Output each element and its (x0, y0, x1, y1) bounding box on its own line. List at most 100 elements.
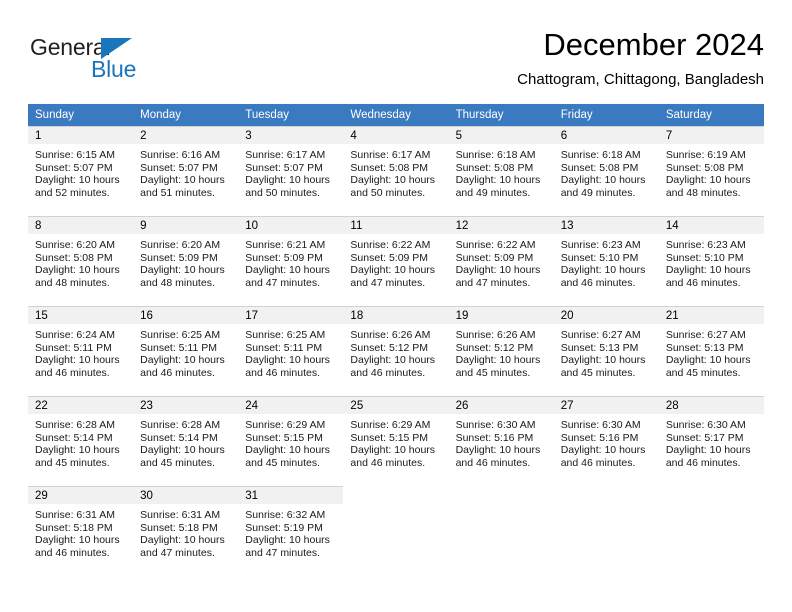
daylight-duration-line1: Daylight: 10 hours (35, 354, 120, 367)
daylight-duration-line2: and 45 minutes. (455, 366, 531, 379)
calendar-day-cell: 9 Sunrise: 6:20 AM Sunset: 5:09 PM Daylight… (133, 216, 239, 306)
weekday-header-monday: Monday (133, 104, 239, 126)
sunrise-time: Sunrise: 6:32 AM (245, 509, 326, 521)
page-title: December 2024 (543, 27, 764, 62)
day-cell-20[interactable]: 20 Sunrise: 6:27 AM Sunset: 5:13 PM Dayligh… (553, 306, 659, 396)
day-cell-18[interactable]: 18 Sunrise: 6:26 AM Sunset: 5:12 PM Dayligh… (343, 306, 449, 396)
calendar-week-row: 22 Sunrise: 6:28 AM Sunset: 5:14 PM Dayligh… (28, 396, 764, 486)
day-cell-8[interactable]: 8 Sunrise: 6:20 AM Sunset: 5:08 PM Daylight… (28, 216, 134, 306)
day-cell-10[interactable]: 10 Sunrise: 6:21 AM Sunset: 5:09 PM Dayligh… (238, 216, 344, 306)
day-sun-info: Sunrise: 6:18 AM Sunset: 5:08 PM Daylight:… (554, 144, 659, 199)
calendar-day-cell: 28 Sunrise: 6:30 AM Sunset: 5:17 PM Dayligh… (658, 396, 764, 486)
daylight-duration-line1: Daylight: 10 hours (245, 444, 330, 457)
daylight-duration-line2: and 45 minutes. (665, 366, 741, 379)
day-sun-info: Sunrise: 6:29 AM Sunset: 5:15 PM Daylight:… (238, 414, 343, 469)
daylight-duration-line1: Daylight: 10 hours (140, 174, 225, 187)
sunset-time: Sunset: 5:14 PM (140, 431, 218, 444)
day-sun-info: Sunrise: 6:32 AM Sunset: 5:19 PM Daylight:… (238, 504, 343, 559)
day-cell-13[interactable]: 13 Sunrise: 6:23 AM Sunset: 5:10 PM Dayligh… (553, 216, 659, 306)
day-cell-3[interactable]: 3 Sunrise: 6:17 AM Sunset: 5:07 PM Daylight… (238, 126, 344, 216)
daylight-duration-line2: and 46 minutes. (455, 456, 531, 469)
sunset-time: Sunset: 5:07 PM (140, 161, 218, 174)
day-cell-30[interactable]: 30 Sunrise: 6:31 AM Sunset: 5:18 PM Dayligh… (133, 486, 239, 576)
sunrise-time: Sunrise: 6:21 AM (245, 239, 326, 251)
day-sun-info: Sunrise: 6:15 AM Sunset: 5:07 PM Daylight:… (28, 144, 133, 199)
day-cell-23[interactable]: 23 Sunrise: 6:28 AM Sunset: 5:14 PM Dayligh… (133, 396, 239, 486)
logo-text-blue: Blue (91, 56, 137, 82)
day-cell-31[interactable]: 31 Sunrise: 6:32 AM Sunset: 5:19 PM Dayligh… (238, 486, 344, 576)
daylight-duration-line2: and 48 minutes. (35, 276, 110, 289)
day-cell-25[interactable]: 25 Sunrise: 6:29 AM Sunset: 5:15 PM Dayligh… (343, 396, 449, 486)
weekday-header-tuesday: Tuesday (238, 104, 344, 126)
day-cell-16[interactable]: 16 Sunrise: 6:25 AM Sunset: 5:11 PM Dayligh… (133, 306, 239, 396)
sunset-time: Sunset: 5:15 PM (350, 431, 429, 444)
daylight-duration-line2: and 49 minutes. (455, 186, 531, 199)
day-number: 23 (133, 397, 239, 414)
day-cell-7[interactable]: 7 Sunrise: 6:19 AM Sunset: 5:08 PM Daylight… (658, 126, 764, 216)
daylight-duration-line2: and 49 minutes. (560, 186, 636, 199)
general-blue-logo[interactable]: General Blue (30, 34, 170, 92)
sunset-time: Sunset: 5:10 PM (665, 251, 744, 264)
daylight-duration-line1: Daylight: 10 hours (560, 264, 646, 277)
day-cell-19[interactable]: 19 Sunrise: 6:26 AM Sunset: 5:12 PM Dayligh… (448, 306, 554, 396)
day-cell-24[interactable]: 24 Sunrise: 6:29 AM Sunset: 5:15 PM Dayligh… (238, 396, 344, 486)
day-cell-2[interactable]: 2 Sunrise: 6:16 AM Sunset: 5:07 PM Daylight… (133, 126, 239, 216)
day-cell-21[interactable]: 21 Sunrise: 6:27 AM Sunset: 5:13 PM Dayligh… (658, 306, 764, 396)
day-cell-28[interactable]: 28 Sunrise: 6:30 AM Sunset: 5:17 PM Dayligh… (658, 396, 764, 486)
sunrise-time: Sunrise: 6:25 AM (245, 329, 326, 341)
day-number: 3 (238, 127, 344, 144)
sunrise-time: Sunrise: 6:17 AM (245, 149, 326, 161)
daylight-duration-line2: and 52 minutes. (35, 186, 110, 199)
day-cell-17[interactable]: 17 Sunrise: 6:25 AM Sunset: 5:11 PM Dayligh… (238, 306, 344, 396)
sunset-time: Sunset: 5:09 PM (140, 251, 218, 264)
daylight-duration-line1: Daylight: 10 hours (350, 174, 436, 187)
daylight-duration-line1: Daylight: 10 hours (245, 174, 330, 187)
day-cell-5[interactable]: 5 Sunrise: 6:18 AM Sunset: 5:08 PM Daylight… (448, 126, 554, 216)
day-cell-26[interactable]: 26 Sunrise: 6:30 AM Sunset: 5:16 PM Dayligh… (448, 396, 554, 486)
daylight-duration-line2: and 46 minutes. (245, 366, 320, 379)
daylight-duration-line1: Daylight: 10 hours (140, 444, 225, 457)
sunrise-time: Sunrise: 6:20 AM (35, 239, 115, 251)
sunset-time: Sunset: 5:08 PM (35, 251, 113, 264)
sunset-time: Sunset: 5:09 PM (455, 251, 534, 264)
sunset-time: Sunset: 5:08 PM (455, 161, 534, 174)
sunrise-time: Sunrise: 6:28 AM (35, 419, 115, 431)
sunrise-time: Sunrise: 6:28 AM (140, 419, 221, 431)
daylight-duration-line2: and 46 minutes. (665, 456, 741, 469)
day-cell-22[interactable]: 22 Sunrise: 6:28 AM Sunset: 5:14 PM Dayligh… (28, 396, 134, 486)
daylight-duration-line2: and 46 minutes. (665, 276, 741, 289)
daylight-duration-line2: and 50 minutes. (245, 186, 320, 199)
day-sun-info: Sunrise: 6:30 AM Sunset: 5:16 PM Daylight:… (554, 414, 659, 469)
daylight-duration-line1: Daylight: 10 hours (665, 354, 751, 367)
day-sun-info: Sunrise: 6:21 AM Sunset: 5:09 PM Daylight:… (238, 234, 343, 289)
sunrise-time: Sunrise: 6:20 AM (140, 239, 221, 251)
day-sun-info: Sunrise: 6:31 AM Sunset: 5:18 PM Daylight:… (28, 504, 133, 559)
day-cell-29[interactable]: 29 Sunrise: 6:31 AM Sunset: 5:18 PM Dayligh… (28, 486, 134, 576)
day-cell-11[interactable]: 11 Sunrise: 6:22 AM Sunset: 5:09 PM Dayligh… (343, 216, 449, 306)
day-number: 12 (448, 217, 554, 234)
day-cell-14[interactable]: 14 Sunrise: 6:23 AM Sunset: 5:10 PM Dayligh… (658, 216, 764, 306)
daylight-duration-line2: and 45 minutes. (35, 456, 110, 469)
day-cell-4[interactable]: 4 Sunrise: 6:17 AM Sunset: 5:08 PM Daylight… (343, 126, 449, 216)
daylight-duration-line2: and 46 minutes. (35, 546, 110, 559)
day-number: 8 (28, 217, 134, 234)
sunrise-sunset-calendar-table: Sunday Monday Tuesday Wednesday Thursday… (28, 104, 764, 576)
daylight-duration-line2: and 47 minutes. (245, 276, 320, 289)
day-cell-6[interactable]: 6 Sunrise: 6:18 AM Sunset: 5:08 PM Daylight… (553, 126, 659, 216)
day-cell-1[interactable]: 1 Sunrise: 6:15 AM Sunset: 5:07 PM Daylight… (28, 126, 134, 216)
day-cell-27[interactable]: 27 Sunrise: 6:30 AM Sunset: 5:16 PM Dayligh… (553, 396, 659, 486)
sunset-time: Sunset: 5:12 PM (455, 341, 534, 354)
sunrise-time: Sunrise: 6:27 AM (665, 329, 746, 341)
day-cell-9[interactable]: 9 Sunrise: 6:20 AM Sunset: 5:09 PM Daylight… (133, 216, 239, 306)
day-number: 20 (553, 307, 659, 324)
daylight-duration-line2: and 47 minutes. (455, 276, 531, 289)
day-cell-15[interactable]: 15 Sunrise: 6:24 AM Sunset: 5:11 PM Dayligh… (28, 306, 134, 396)
sunrise-time: Sunrise: 6:19 AM (665, 149, 746, 161)
title-block: December 2024 Chattogram, Chittagong, Ba… (517, 26, 764, 91)
day-cell-12[interactable]: 12 Sunrise: 6:22 AM Sunset: 5:09 PM Dayligh… (448, 216, 554, 306)
day-sun-info: Sunrise: 6:31 AM Sunset: 5:18 PM Daylight:… (133, 504, 238, 559)
day-sun-info: Sunrise: 6:27 AM Sunset: 5:13 PM Daylight:… (554, 324, 659, 379)
day-sun-info: Sunrise: 6:19 AM Sunset: 5:08 PM Daylight:… (659, 144, 764, 199)
calendar-page: General Blue December 2024 Chattogram, C… (0, 0, 792, 612)
calendar-day-cell: 3 Sunrise: 6:17 AM Sunset: 5:07 PM Daylight… (238, 126, 344, 216)
